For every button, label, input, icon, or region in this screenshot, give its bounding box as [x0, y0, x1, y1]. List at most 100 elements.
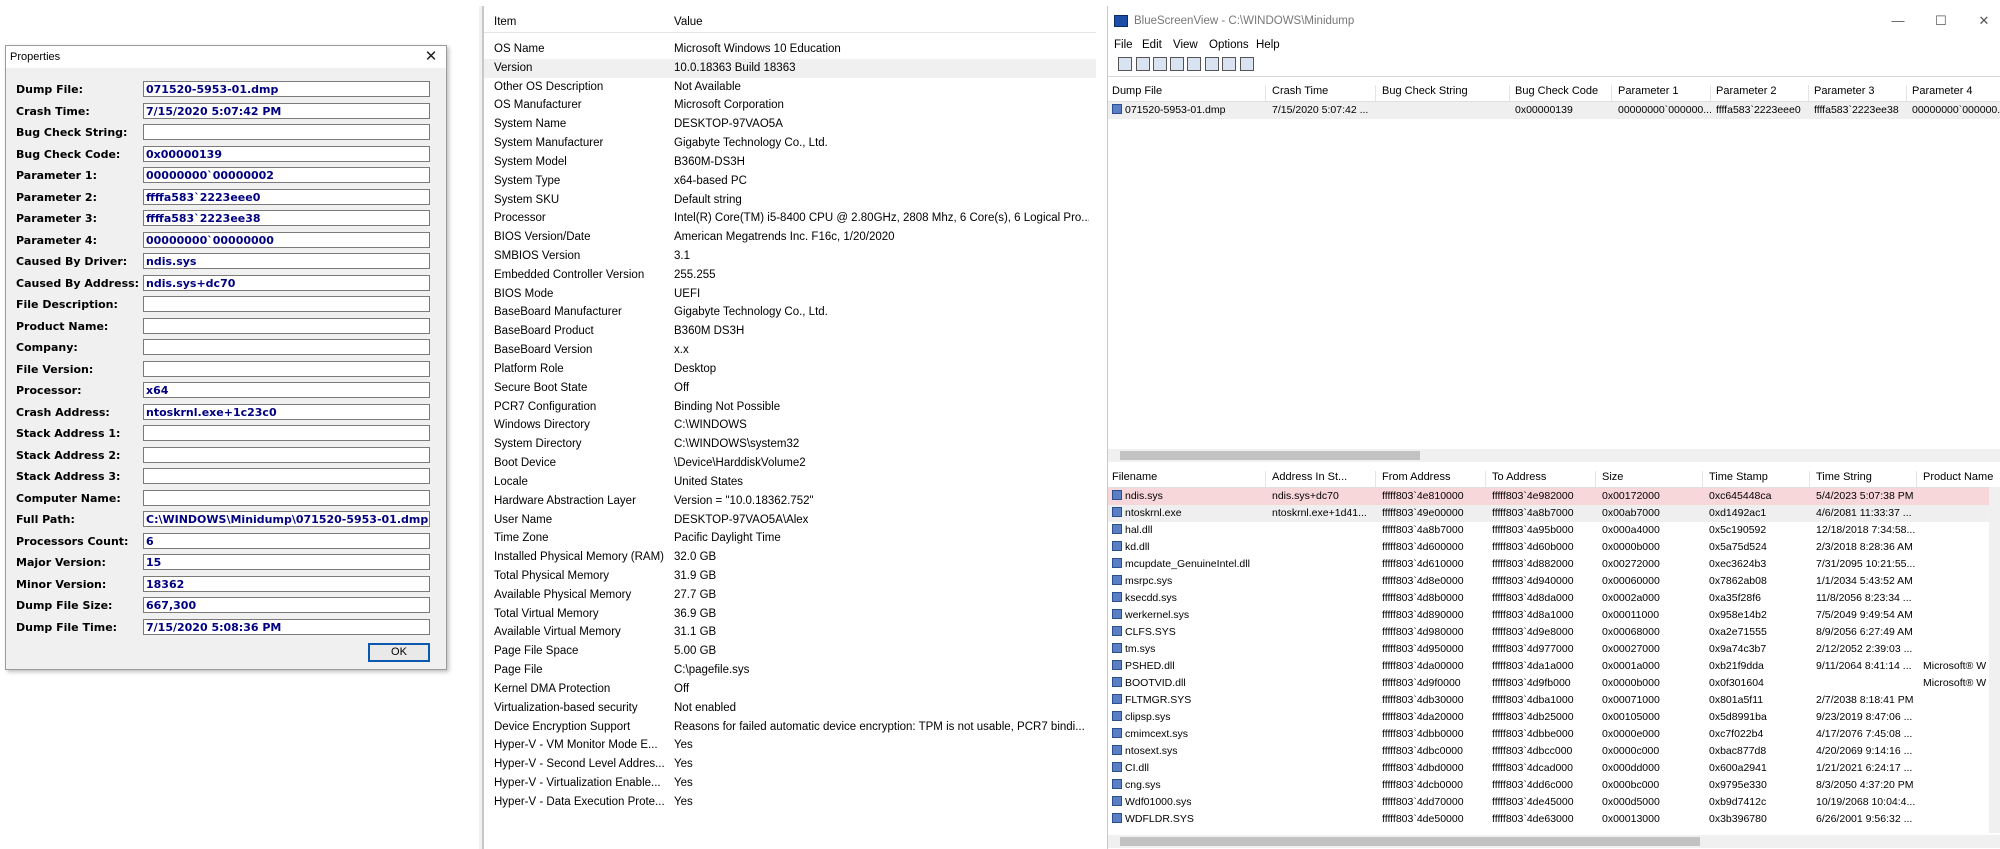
column-header[interactable]: Parameter 2 — [1712, 85, 1809, 101]
driver-row[interactable]: PSHED.dll fffff803`4da00000 fffff803`4da1a… — [1108, 658, 2000, 675]
column-header[interactable]: Bug Check String — [1378, 85, 1510, 101]
copy-all-icon[interactable] — [1187, 57, 1201, 71]
property-value-field[interactable]: ndis.sys — [143, 253, 430, 269]
copy-icon[interactable] — [1170, 57, 1184, 71]
column-header[interactable]: Dump File — [1108, 85, 1266, 101]
sysinfo-row[interactable]: User Name DESKTOP-97VAO5A\Alex — [484, 511, 1096, 530]
property-value-field[interactable] — [143, 339, 430, 355]
column-header[interactable]: From Address — [1378, 471, 1486, 487]
property-value-field[interactable]: 00000000`00000002 — [143, 167, 430, 183]
driver-row[interactable]: WDFLDR.SYS fffff803`4de50000 fffff803`4de6… — [1108, 811, 2000, 828]
minimize-icon[interactable]: — — [1888, 12, 1908, 30]
sysinfo-row[interactable]: Kernel DMA Protection Off — [484, 680, 1096, 699]
property-value-field[interactable]: 00000000`00000000 — [143, 231, 430, 248]
driver-row[interactable]: cmimcext.sys fffff803`4dbb0000 fffff803`4d… — [1108, 726, 2000, 743]
driver-row[interactable]: hal.dll fffff803`4a8b7000 fffff803`4a95b00… — [1108, 522, 2000, 539]
driver-row[interactable]: mcupdate_GenuineIntel.dll fffff803`4d6100… — [1108, 556, 2000, 573]
column-header[interactable]: Time Stamp — [1705, 471, 1810, 487]
sysinfo-row[interactable]: BIOS Mode UEFI — [484, 285, 1096, 304]
sysinfo-row[interactable]: Device Encryption Support Reasons for fai… — [484, 718, 1096, 737]
sysinfo-row[interactable]: Available Virtual Memory 31.1 GB — [484, 623, 1096, 642]
sysinfo-row[interactable]: Boot Device \Device\HarddiskVolume2 — [484, 454, 1096, 473]
sysinfo-row[interactable]: System Directory C:\WINDOWS\system32 — [484, 435, 1096, 454]
property-value-field[interactable]: ffffa583`2223eee0 — [143, 188, 430, 205]
column-header[interactable]: Time String — [1812, 471, 1917, 487]
property-value-field[interactable] — [143, 468, 430, 484]
sysinfo-row[interactable]: PCR7 Configuration Binding Not Possible — [484, 398, 1096, 417]
property-value-field[interactable]: 7/15/2020 5:07:42 PM — [143, 102, 430, 119]
driver-row[interactable]: tm.sys fffff803`4d950000 fffff803`4d977000… — [1108, 641, 2000, 658]
sysinfo-row[interactable]: Processor Intel(R) Core(TM) i5-8400 CPU @… — [484, 209, 1096, 228]
scroll-thumb[interactable] — [1120, 451, 1420, 460]
driver-row[interactable]: ntosext.sys fffff803`4dbc0000 fffff803`4db… — [1108, 743, 2000, 760]
driver-row[interactable]: kd.dll fffff803`4d600000 fffff803`4d60b000… — [1108, 539, 2000, 556]
driver-row[interactable]: BOOTVID.dll fffff803`4d9f0000 fffff803`4d9… — [1108, 675, 2000, 692]
driver-row[interactable]: msrpc.sys fffff803`4d8e0000 fffff803`4d940… — [1108, 573, 2000, 590]
property-value-field[interactable] — [143, 317, 430, 334]
dump-row[interactable]: 071520-5953-01.dmp 7/15/2020 5:07:42 ... 0… — [1108, 102, 2000, 119]
sysinfo-row[interactable]: Locale United States — [484, 473, 1096, 492]
sysinfo-row[interactable]: OS Name Microsoft Windows 10 Education — [484, 40, 1096, 59]
sysinfo-row[interactable]: System Manufacturer Gigabyte Technology C… — [484, 134, 1096, 153]
property-value-field[interactable]: 18362 — [143, 575, 430, 592]
driver-row[interactable]: CLFS.SYS fffff803`4d980000 fffff803`4d9e80… — [1108, 624, 2000, 641]
property-value-field[interactable]: 6 — [143, 532, 430, 549]
exit-icon[interactable] — [1240, 57, 1254, 71]
column-header[interactable]: Parameter 3 — [1810, 85, 1907, 101]
sysinfo-row[interactable]: Page File Space 5.00 GB — [484, 642, 1096, 661]
properties-icon[interactable] — [1118, 57, 1132, 71]
property-value-field[interactable]: ndis.sys+dc70 — [143, 274, 430, 291]
sysinfo-row[interactable]: Hyper-V - Second Level Addres... Yes — [484, 755, 1096, 774]
property-value-field[interactable] — [143, 425, 430, 441]
property-value-field[interactable]: ffffa583`2223ee38 — [143, 210, 430, 226]
driver-row[interactable]: ntoskrnl.exe ntoskrnl.exe+1d41... fffff803… — [1108, 505, 2000, 522]
sysinfo-row[interactable]: BIOS Version/Date American Megatrends Inc… — [484, 228, 1096, 247]
driver-row[interactable]: ksecdd.sys fffff803`4d8b0000 fffff803`4d8d… — [1108, 590, 2000, 607]
column-header[interactable]: Parameter 4 — [1908, 85, 2000, 101]
property-value-field[interactable] — [143, 489, 430, 506]
menu-edit[interactable]: Edit — [1142, 39, 1162, 51]
menu-options[interactable]: Options — [1209, 39, 1249, 51]
menu-help[interactable]: Help — [1256, 39, 1280, 51]
sysinfo-row[interactable]: Hardware Abstraction Layer Version = "10.… — [484, 492, 1096, 511]
sysinfo-row[interactable]: System Name DESKTOP-97VAO5A — [484, 115, 1096, 134]
report-icon[interactable] — [1205, 57, 1219, 71]
find-icon[interactable] — [1222, 57, 1236, 71]
column-header[interactable]: Crash Time — [1268, 85, 1376, 101]
driver-list-scrollbar[interactable] — [1108, 835, 2000, 848]
driver-row[interactable]: FLTMGR.SYS fffff803`4db30000 fffff803`4dba… — [1108, 692, 2000, 709]
sysinfo-row[interactable]: Page File C:\pagefile.sys — [484, 661, 1096, 680]
driver-row[interactable]: werkernel.sys fffff803`4d890000 fffff803`4… — [1108, 607, 2000, 624]
driver-row[interactable]: Wdf01000.sys fffff803`4dd70000 fffff803`4d… — [1108, 794, 2000, 811]
property-value-field[interactable]: 7/15/2020 5:08:36 PM — [143, 618, 430, 635]
scroll-thumb[interactable] — [1120, 837, 1700, 846]
sysinfo-row[interactable]: Total Virtual Memory 36.9 GB — [484, 605, 1096, 624]
ok-button[interactable]: OK — [368, 643, 430, 662]
column-header[interactable]: Size — [1598, 471, 1703, 487]
sysinfo-row[interactable]: Other OS Description Not Available — [484, 78, 1096, 97]
column-header[interactable]: To Address — [1488, 471, 1596, 487]
column-header[interactable]: Filename — [1108, 471, 1266, 487]
sysinfo-row[interactable]: System Model B360M-DS3H — [484, 153, 1096, 172]
close-icon[interactable]: ✕ — [422, 48, 440, 66]
sysinfo-row[interactable]: Time Zone Pacific Daylight Time — [484, 529, 1096, 548]
property-value-field[interactable]: 15 — [143, 554, 430, 570]
sysinfo-row[interactable]: Available Physical Memory 27.7 GB — [484, 586, 1096, 605]
sysinfo-row[interactable]: BaseBoard Version x.x — [484, 341, 1096, 360]
column-header[interactable]: Product Name — [1919, 471, 2000, 487]
column-header[interactable]: Bug Check Code — [1511, 85, 1612, 101]
property-value-field[interactable] — [143, 360, 430, 377]
property-value-field[interactable] — [143, 296, 430, 312]
column-header-item[interactable]: Item — [494, 16, 516, 28]
sysinfo-row[interactable]: Secure Boot State Off — [484, 379, 1096, 398]
menu-view[interactable]: View — [1173, 39, 1198, 51]
sysinfo-row[interactable]: Hyper-V - Virtualization Enable... Yes — [484, 774, 1096, 793]
sysinfo-row[interactable]: Hyper-V - VM Monitor Mode E... Yes — [484, 736, 1096, 755]
close-icon[interactable]: ✕ — [1974, 12, 1994, 30]
sysinfo-row[interactable]: SMBIOS Version 3.1 — [484, 247, 1096, 266]
property-value-field[interactable]: 0x00000139 — [143, 145, 430, 162]
sysinfo-row[interactable]: Platform Role Desktop — [484, 360, 1096, 379]
sysinfo-row[interactable]: Virtualization-based security Not enabled — [484, 699, 1096, 718]
sysinfo-row[interactable]: Installed Physical Memory (RAM) 32.0 GB — [484, 548, 1096, 567]
driver-row[interactable]: clipsp.sys fffff803`4da20000 fffff803`4db2… — [1108, 709, 2000, 726]
